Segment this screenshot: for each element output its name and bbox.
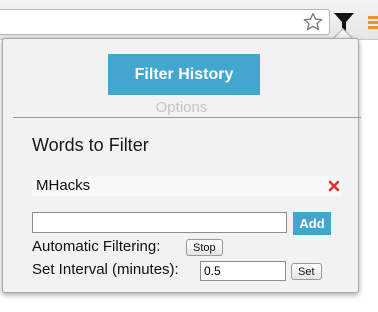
filter-word: MHacks (36, 177, 91, 194)
set-interval-button[interactable]: Set (291, 263, 322, 280)
interval-input[interactable] (200, 261, 286, 281)
star-icon[interactable] (303, 12, 323, 32)
list-item: MHacks (32, 176, 342, 196)
options-heading: Options (155, 99, 208, 116)
divider (13, 117, 361, 118)
menu-icon[interactable] (368, 16, 378, 30)
close-icon[interactable] (328, 180, 340, 192)
automatic-filtering-label: Automatic Filtering: (32, 238, 161, 255)
add-word-button[interactable]: Add (293, 212, 331, 235)
words-to-filter-title: Words to Filter (32, 135, 149, 155)
browser-toolbar (0, 0, 378, 40)
new-word-input[interactable] (32, 212, 287, 233)
extension-popup: Filter History Options Words to Filter M… (2, 38, 361, 293)
address-bar[interactable] (0, 9, 330, 35)
set-interval-label: Set Interval (minutes): (32, 261, 179, 278)
stop-button[interactable]: Stop (186, 239, 223, 256)
filter-history-button[interactable]: Filter History (108, 54, 260, 95)
